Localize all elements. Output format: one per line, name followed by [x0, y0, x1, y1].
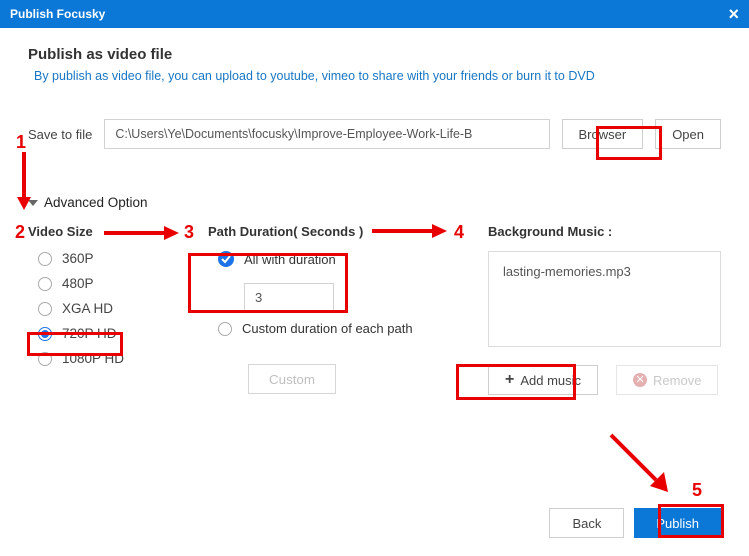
page-title: Publish as video file: [28, 46, 721, 63]
remove-icon: ✕: [633, 373, 647, 387]
video-size-title: Video Size: [28, 224, 178, 239]
custom-button: Custom: [248, 364, 336, 394]
remove-music-button: ✕ Remove: [616, 365, 718, 395]
duration-input[interactable]: [244, 283, 334, 311]
music-file-item[interactable]: lasting-memories.mp3: [503, 264, 706, 279]
video-size-360p[interactable]: 360P: [38, 251, 178, 266]
all-with-duration-option[interactable]: All with duration: [218, 251, 458, 267]
save-path-input[interactable]: [104, 119, 549, 149]
remove-music-label: Remove: [653, 373, 701, 388]
add-music-label: Add music: [520, 373, 581, 388]
add-music-button[interactable]: + Add music: [488, 365, 598, 395]
annotation-number-5: 5: [692, 480, 702, 501]
background-music-title: Background Music :: [488, 224, 721, 239]
path-duration-title: Path Duration( Seconds ): [208, 224, 458, 239]
browser-button[interactable]: Browser: [562, 119, 644, 149]
music-list[interactable]: lasting-memories.mp3: [488, 251, 721, 347]
annotation-arrow-5: [606, 430, 676, 500]
custom-duration-label: Custom duration of each path: [242, 321, 413, 336]
custom-duration-option[interactable]: Custom duration of each path: [218, 321, 458, 336]
title-bar: Publish Focusky ×: [0, 0, 749, 28]
plus-icon: +: [505, 371, 514, 389]
all-with-duration-label: All with duration: [244, 252, 336, 267]
video-size-1080p-hd[interactable]: 1080P HD: [38, 351, 178, 366]
back-button[interactable]: Back: [549, 508, 624, 538]
open-button[interactable]: Open: [655, 119, 721, 149]
publish-button[interactable]: Publish: [634, 508, 721, 538]
video-size-480p[interactable]: 480P: [38, 276, 178, 291]
video-size-xga-hd[interactable]: XGA HD: [38, 301, 178, 316]
advanced-option-toggle[interactable]: Advanced Option: [28, 195, 721, 210]
check-icon: [218, 251, 234, 267]
caret-down-icon: [28, 200, 38, 206]
video-size-720p-hd[interactable]: 720P HD: [38, 326, 178, 341]
save-to-file-label: Save to file: [28, 127, 92, 142]
close-icon[interactable]: ×: [728, 4, 739, 25]
window-title: Publish Focusky: [10, 7, 105, 21]
page-subtitle: By publish as video file, you can upload…: [34, 69, 721, 83]
radio-icon: [218, 322, 232, 336]
advanced-option-label: Advanced Option: [44, 195, 148, 210]
